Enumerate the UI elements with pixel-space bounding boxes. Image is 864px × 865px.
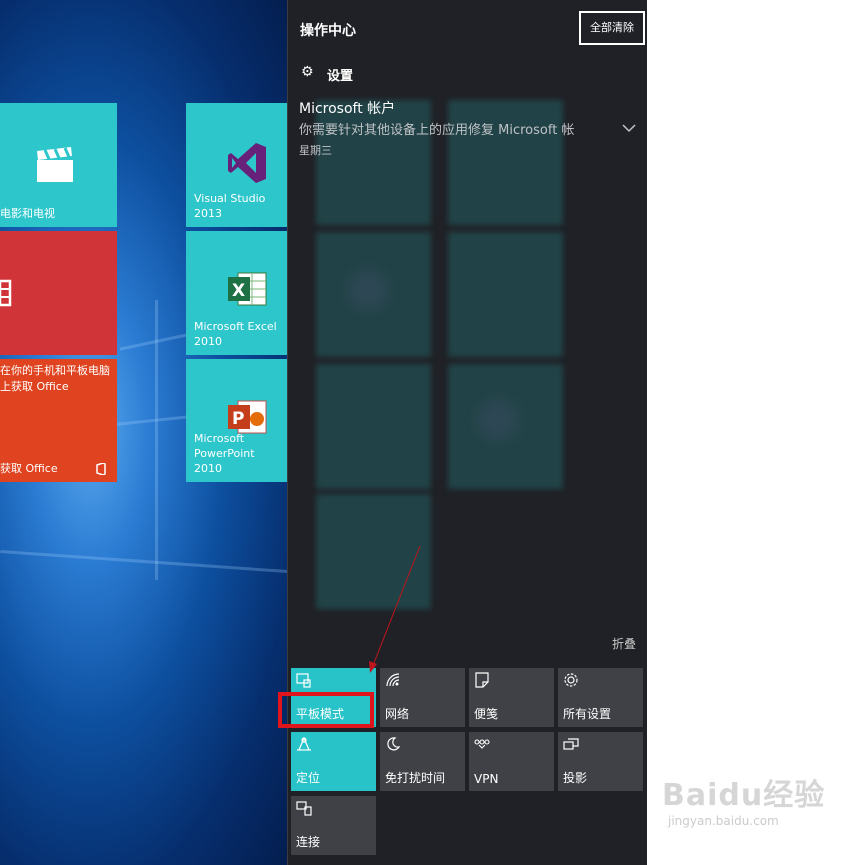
quick-action-label: 投影	[563, 771, 588, 785]
action-center-panel: 操作中心 全部清除 ⚙ 设置 Microsoft 帐户 你需要针对其他设备上的应…	[287, 0, 647, 865]
quick-action-project[interactable]: 投影	[558, 732, 643, 791]
quick-action-label: 定位	[296, 771, 321, 785]
connect-icon	[296, 801, 312, 816]
notification-day: 星期三	[299, 144, 332, 157]
quick-action-connect[interactable]: 连接	[291, 796, 376, 855]
svg-text:X: X	[232, 281, 245, 301]
quick-action-gear[interactable]: 所有设置	[558, 668, 643, 727]
office-icon	[96, 463, 106, 475]
quick-action-label: 便笺	[474, 707, 499, 721]
clapperboard-icon	[37, 147, 73, 182]
quick-action-network[interactable]: 网络	[380, 668, 465, 727]
quick-action-label: 免打扰时间	[385, 771, 446, 785]
blurred-tile	[316, 364, 431, 489]
blurred-icon	[348, 270, 388, 310]
gear-icon: ⚙	[301, 64, 314, 80]
location-icon	[297, 737, 311, 751]
tile-get-office[interactable]: 在你的手机和平板电脑上获取 Office 获取 Office	[0, 359, 117, 482]
notification-body: 你需要针对其他设备上的应用修复 Microsoft 帐	[299, 123, 575, 138]
moon-icon	[387, 737, 401, 751]
quick-action-note[interactable]: 便笺	[469, 668, 554, 727]
quick-action-location[interactable]: 定位	[291, 732, 376, 791]
svg-text:P: P	[232, 409, 244, 429]
collapse-link[interactable]: 折叠	[612, 635, 636, 652]
baidu-watermark: Baidu经验 jingyan.baidu.com	[662, 770, 825, 828]
quick-action-moon[interactable]: 免打扰时间	[380, 732, 465, 791]
tile-powerpoint[interactable]: P Microsoft PowerPoint 2010	[186, 359, 288, 482]
tile-movies-tv[interactable]: 电影和电视	[0, 103, 117, 227]
app-icon	[0, 279, 12, 307]
excel-icon: X	[228, 272, 267, 306]
desktop-background: 电影和电视 在你的手机和平板电脑上获取 Office 获取 Office Vis…	[0, 0, 288, 865]
tile-label: Visual Studio 2013	[194, 192, 266, 220]
quick-action-vpn[interactable]: VPN	[469, 732, 554, 791]
blurred-tile	[448, 232, 563, 357]
annotation-arrow	[369, 545, 421, 673]
clear-all-button[interactable]: 全部清除	[579, 11, 645, 45]
highlight-box	[278, 692, 374, 728]
vpn-icon	[474, 739, 490, 749]
note-icon	[475, 672, 489, 688]
quick-action-label: 所有设置	[563, 707, 612, 721]
quick-action-label: VPN	[474, 772, 499, 786]
tile-red[interactable]	[0, 231, 117, 355]
watermark-url: jingyan.baidu.com	[668, 814, 779, 828]
tablet-mode-icon	[296, 673, 311, 688]
gear-icon	[564, 673, 578, 687]
project-icon	[563, 738, 579, 750]
tile-excel[interactable]: X Microsoft Excel 2010	[186, 231, 288, 355]
chevron-down-icon[interactable]	[622, 124, 636, 133]
visual-studio-icon	[228, 143, 266, 183]
quick-action-label: 连接	[296, 835, 321, 849]
tile-visual-studio[interactable]: Visual Studio 2013	[186, 103, 288, 227]
tile-label: 电影和电视	[0, 207, 55, 220]
blurred-icon	[478, 400, 518, 440]
notification-title: Microsoft 帐户	[299, 101, 396, 117]
action-center-title: 操作中心	[300, 23, 356, 39]
tile-label: Microsoft PowerPoint 2010	[194, 432, 255, 475]
watermark-logo: Baidu经验	[662, 778, 826, 813]
quick-action-label: 网络	[385, 707, 410, 721]
clear-all-label: 全部清除	[590, 21, 634, 34]
notification-item[interactable]: Microsoft 帐户 你需要针对其他设备上的应用修复 Microsoft 帐…	[299, 98, 641, 162]
settings-group-label: 设置	[327, 69, 354, 84]
tile-label: Microsoft Excel 2010	[194, 320, 277, 348]
tile-promo-text: 在你的手机和平板电脑上获取 Office	[0, 364, 110, 393]
light-beam	[0, 549, 288, 574]
